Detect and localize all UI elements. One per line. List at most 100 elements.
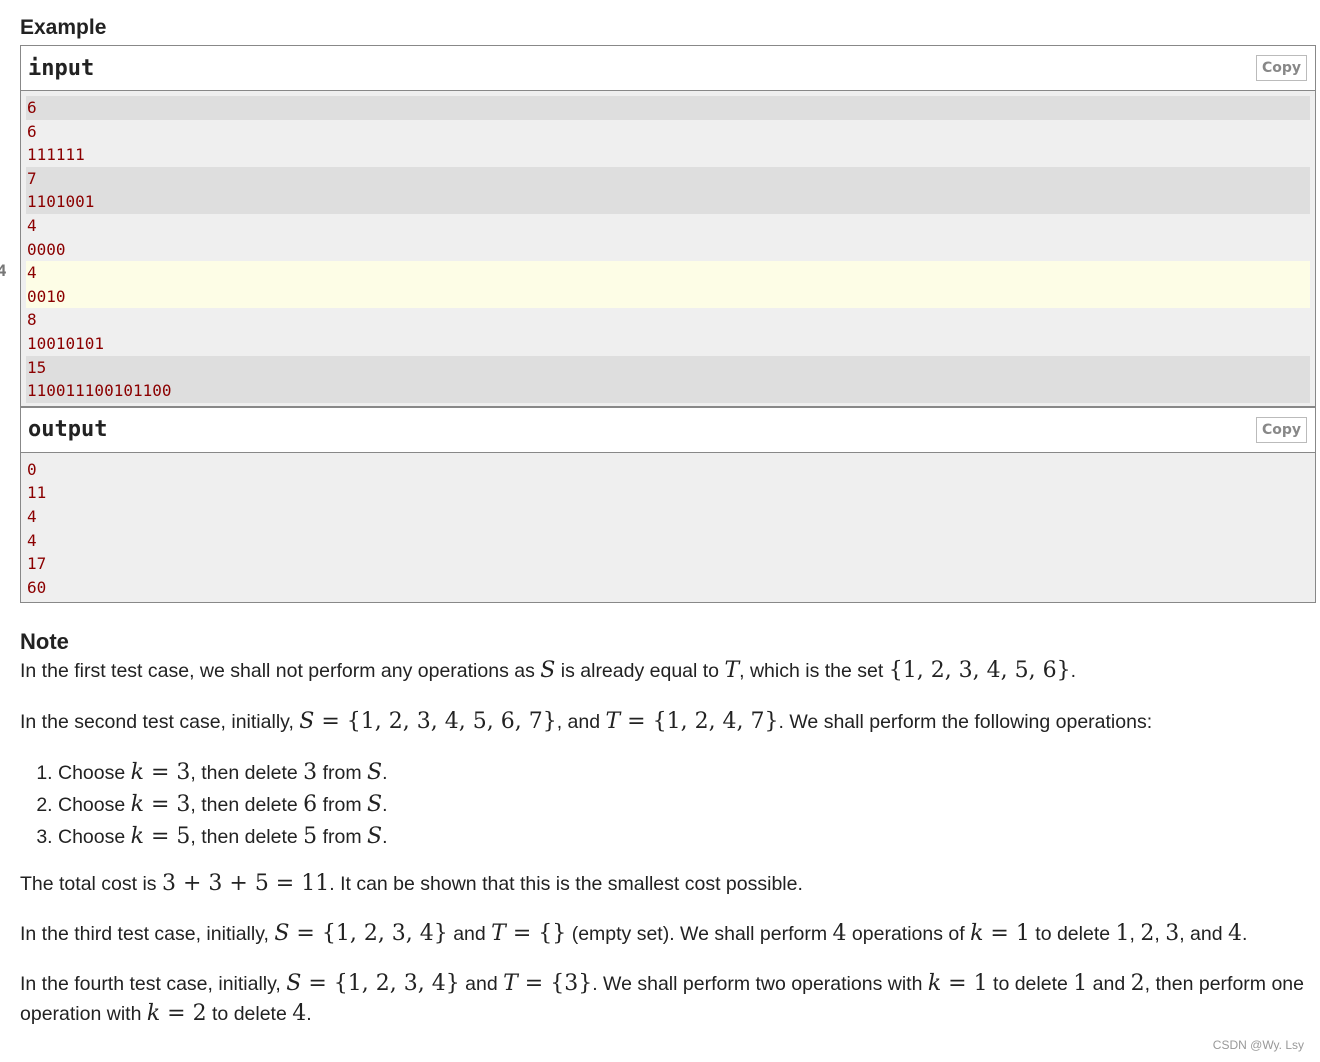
math-expression: S	[367, 792, 383, 817]
output-header: output Copy	[21, 407, 1315, 453]
text-segment: .	[382, 794, 388, 816]
output-line: 4	[27, 506, 37, 526]
sample-test: input Copy 6 6 111111 7 1101001 4 0000 4 0010 8 10…	[20, 45, 1316, 604]
text-segment: , and	[1179, 923, 1228, 945]
input-line: 10010101	[27, 333, 105, 353]
highlight-row-marker: 4	[0, 261, 7, 280]
operation-step: Choose k = 5, then delete 5 from S.	[58, 821, 1310, 853]
math-expression: T = {3}	[503, 971, 593, 996]
note-heading: Note	[20, 629, 69, 654]
math-expression: 1	[1115, 921, 1130, 946]
math-expression: {1, 2, 3, 4, 5, 6}	[888, 658, 1071, 683]
input-testcase: 4 0010	[26, 261, 1310, 309]
input-line: 4	[27, 215, 37, 235]
output-section: output Copy 0 11 4 4 17 60	[21, 405, 1315, 603]
text-segment: The total cost is	[20, 873, 162, 895]
text-segment: from	[317, 794, 368, 816]
math-expression: 5	[303, 824, 318, 849]
output-line: 0	[27, 459, 37, 479]
math-expression: 4	[832, 921, 847, 946]
math-expression: 6	[303, 792, 318, 817]
text-segment: .	[306, 1003, 312, 1025]
output-line: 11	[27, 483, 47, 503]
math-expression: S = {1, 2, 3, 4}	[286, 971, 460, 996]
math-expression: k = 2	[146, 1001, 207, 1026]
operations-list: Choose k = 3, then delete 3 from S. Choo…	[20, 757, 1310, 853]
output-content[interactable]: 0 11 4 4 17 60	[21, 452, 1315, 603]
note-paragraph-1: In the first test case, we shall not per…	[20, 656, 1310, 686]
text-segment: Choose	[58, 826, 131, 848]
example-heading: Example	[20, 16, 107, 39]
math-expression: 3 + 3 + 5 = 11	[161, 871, 330, 896]
math-expression: S	[367, 760, 383, 785]
input-testcase: 15 110011100101100	[26, 355, 1310, 403]
text-segment: In the second test case, initially,	[20, 711, 300, 733]
text-segment: and	[459, 973, 504, 995]
input-line: 15	[27, 357, 47, 377]
text-segment: In the third test case, initially,	[20, 923, 275, 945]
math-expression: S	[367, 824, 383, 849]
output-line: 17	[27, 554, 47, 574]
text-segment: .	[382, 826, 388, 848]
math-expression: k = 3	[130, 760, 191, 785]
text-segment: ,	[1129, 923, 1141, 945]
math-expression: 2	[1130, 971, 1145, 996]
text-segment: , then delete	[190, 826, 304, 848]
input-line: 7	[27, 168, 37, 188]
text-segment: is already equal to	[555, 660, 725, 682]
math-expression: 3	[1165, 921, 1180, 946]
output-line: 60	[27, 577, 47, 597]
math-expression: T = {}	[491, 921, 567, 946]
text-segment: . We shall perform two operations with	[592, 973, 928, 995]
text-segment: to delete	[206, 1003, 293, 1025]
text-segment: In the fourth test case, initially,	[20, 973, 287, 995]
note-section: Note In the first test case, we shall no…	[20, 628, 1310, 1049]
math-expression: 2	[1140, 921, 1155, 946]
input-line: 111111	[27, 145, 85, 165]
text-segment: and	[447, 923, 492, 945]
text-segment: to delete	[1029, 923, 1116, 945]
input-line: 110011100101100	[27, 381, 172, 401]
input-content[interactable]: 6 6 111111 7 1101001 4 0000 4 0010 8 10010101 15 110…	[21, 91, 1315, 406]
note-paragraph-3: The total cost is 3 + 3 + 5 = 11. It can…	[20, 869, 1310, 899]
output-label: output	[28, 417, 108, 443]
math-expression: 3	[303, 760, 318, 785]
text-segment: operations of	[846, 923, 971, 945]
input-label: input	[28, 55, 95, 81]
copy-output-button[interactable]: Copy	[1255, 416, 1307, 443]
input-line: 0000	[27, 239, 66, 259]
output-line: 4	[27, 530, 37, 550]
text-segment: from	[317, 762, 368, 784]
text-segment: In the first test case, we shall not per…	[20, 660, 541, 682]
math-expression: T	[724, 658, 740, 683]
text-segment: . We shall perform the following operati…	[778, 711, 1153, 733]
input-testcase: 8 10010101	[26, 308, 1310, 356]
operation-step: Choose k = 3, then delete 6 from S.	[58, 789, 1310, 821]
note-paragraph-2: In the second test case, initially, S = …	[20, 707, 1310, 737]
input-testcase: 6	[26, 96, 1310, 120]
note-paragraph-5: In the fourth test case, initially, S = …	[20, 969, 1310, 1029]
text-segment: Choose	[58, 794, 131, 816]
input-line: 0010	[27, 286, 66, 306]
text-segment: .	[1070, 660, 1077, 682]
input-testcase: 6 111111	[26, 119, 1310, 167]
input-testcase: 4 0000	[26, 213, 1310, 262]
copy-input-button[interactable]: Copy	[1255, 55, 1307, 81]
math-expression: k = 3	[130, 792, 191, 817]
text-segment: and	[1087, 973, 1131, 995]
input-line: 1101001	[27, 192, 95, 212]
watermark: CSDN @Wy. Lsy	[1212, 1038, 1304, 1052]
math-expression: 4	[292, 1001, 307, 1026]
text-segment: .	[382, 762, 388, 784]
text-segment: , then delete	[190, 762, 304, 784]
input-line: 6	[27, 121, 37, 141]
text-segment: .	[1242, 923, 1248, 945]
text-segment: ,	[1154, 923, 1166, 945]
text-segment: , which is the set	[739, 660, 889, 682]
math-expression: S	[540, 658, 556, 683]
note-paragraph-4: In the third test case, initially, S = {…	[20, 919, 1310, 949]
input-line: 8	[27, 310, 37, 330]
text-segment: , then delete	[190, 794, 304, 816]
input-line: 4	[27, 263, 37, 283]
text-segment: to delete	[987, 973, 1074, 995]
